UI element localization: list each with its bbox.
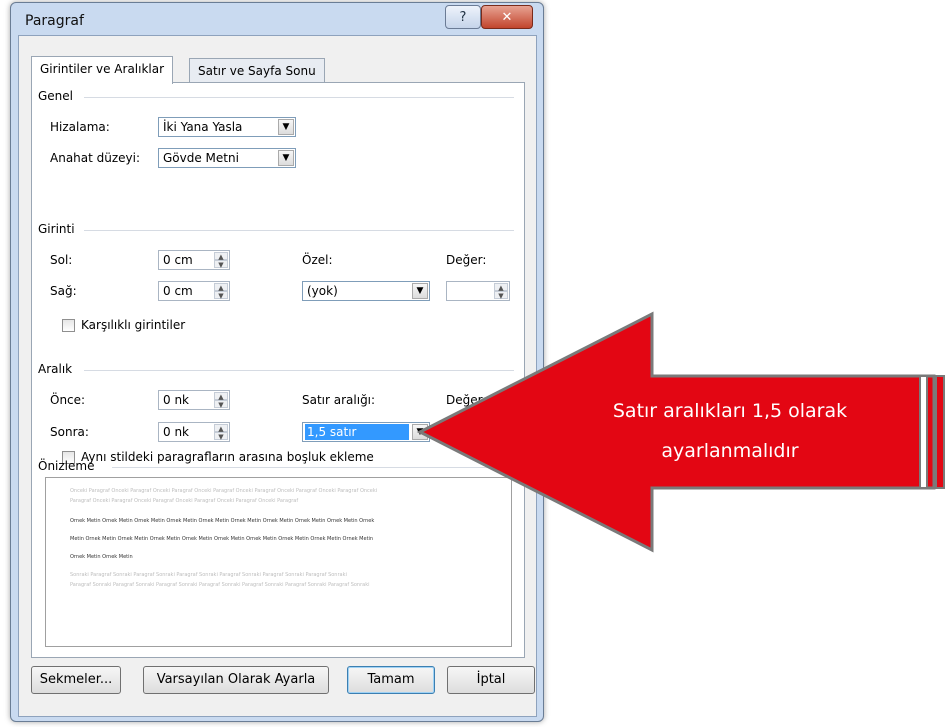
indent-left-spinner[interactable]: 0 cm ▲ ▼ (158, 250, 230, 270)
preview-line: Sonraki Paragraf Sonraki Paragraf Sonrak… (70, 572, 347, 578)
set-as-default-button[interactable]: Varsayılan Olarak Ayarla (143, 666, 329, 694)
spacing-after-spinner[interactable]: 0 nk ▲ ▼ (158, 422, 230, 442)
section-general-heading: Genel (38, 89, 74, 103)
callout-line-1: Satır aralıkları 1,5 olarak (612, 400, 848, 422)
indent-right-label: Sağ: (50, 284, 77, 298)
tab-panel: Genel Hizalama: İki Yana Yasla ▼ Anahat … (31, 82, 525, 658)
dialog-title: Paragraf (25, 13, 84, 29)
outline-level-value: Gövde Metni (163, 151, 239, 165)
divider (112, 467, 514, 468)
tab-indents-spacing[interactable]: Girintiler ve Aralıklar (31, 56, 174, 84)
spin-up-icon[interactable]: ▲ (494, 283, 508, 292)
preview-line: Örnek Metin Örnek Metin Örnek Metin Örne… (70, 518, 375, 524)
spacing-after-value: 0 nk (163, 425, 190, 439)
indent-right-spinner[interactable]: 0 cm ▲ ▼ (158, 281, 230, 301)
cancel-button[interactable]: İptal (447, 666, 535, 694)
preview-line: Paragraf Sonraki Paragraf Sonraki Paragr… (70, 582, 370, 588)
special-indent-select[interactable]: (yok) ▼ (302, 281, 430, 301)
chevron-down-icon[interactable]: ▼ (412, 424, 428, 440)
spin-down-icon[interactable]: ▼ (214, 291, 228, 300)
preview-line: Önceki Paragraf Önceki Paragraf Önceki P… (70, 488, 378, 494)
divider (84, 230, 514, 231)
spacing-after-label: Sonra: (50, 425, 89, 439)
spacing-before-value: 0 nk (163, 393, 190, 407)
chevron-down-icon[interactable]: ▼ (278, 150, 294, 166)
alignment-select[interactable]: İki Yana Yasla ▼ (158, 117, 296, 137)
line-spacing-select[interactable]: 1,5 satır ▼ (302, 422, 430, 442)
section-indent-heading: Girinti (38, 222, 75, 236)
spin-up-icon[interactable]: ▲ (214, 252, 228, 261)
spacing-before-spinner[interactable]: 0 nk ▲ ▼ (158, 390, 230, 410)
outline-level-select[interactable]: Gövde Metni ▼ (158, 148, 296, 168)
paragraph-dialog: Paragraf ? ✕ Girintiler ve Aralıklar Sat… (10, 2, 544, 722)
spin-up-icon[interactable]: ▲ (494, 424, 508, 433)
mirror-indents-checkbox[interactable] (62, 319, 75, 332)
no-space-same-style-label: Aynı stildeki paragrafların arasına boşl… (81, 450, 374, 464)
divider (84, 97, 514, 98)
spin-down-icon[interactable]: ▼ (214, 432, 228, 441)
line-spacing-label: Satır aralığı: (302, 393, 376, 407)
section-preview-heading: Önizleme (38, 459, 95, 473)
dialog-client: Girintiler ve Aralıklar Satır ve Sayfa S… (18, 35, 537, 717)
alignment-value: İki Yana Yasla (163, 120, 243, 134)
outline-level-label: Anahat düzeyi: (50, 151, 141, 165)
help-button[interactable]: ? (445, 5, 481, 29)
spin-up-icon[interactable]: ▲ (214, 424, 228, 433)
preview-box: Önceki Paragraf Önceki Paragraf Önceki P… (45, 477, 512, 647)
indent-right-value: 0 cm (163, 284, 193, 298)
section-spacing-heading: Aralık (38, 362, 73, 376)
tab-line-page-breaks[interactable]: Satır ve Sayfa Sonu (189, 58, 325, 83)
ok-button[interactable]: Tamam (347, 666, 435, 694)
close-button[interactable]: ✕ (481, 5, 533, 29)
title-bar: Paragraf ? ✕ (11, 3, 543, 33)
divider (84, 370, 514, 371)
callout-line-2: ayarlanmalıdır (661, 440, 799, 462)
chevron-down-icon[interactable]: ▼ (278, 119, 294, 135)
mirror-indents-label: Karşılıklı girintiler (81, 318, 186, 332)
preview-line: Metin Örnek Metin Örnek Metin Örnek Meti… (70, 536, 374, 542)
spin-down-icon[interactable]: ▼ (214, 260, 228, 269)
indent-by-spinner[interactable]: ▲ ▼ (446, 281, 510, 301)
tabs-button[interactable]: Sekmeler... (31, 666, 121, 694)
indent-by-label: Değer: (446, 253, 487, 267)
spin-up-icon[interactable]: ▲ (214, 283, 228, 292)
chevron-down-icon[interactable]: ▼ (412, 283, 428, 299)
preview-line: Örnek Metin Örnek Metin (70, 554, 133, 560)
spin-down-icon[interactable]: ▼ (214, 400, 228, 409)
spacing-before-label: Önce: (50, 393, 86, 407)
spin-down-icon[interactable]: ▼ (494, 432, 508, 441)
spin-down-icon[interactable]: ▼ (494, 291, 508, 300)
special-indent-label: Özel: (302, 253, 333, 267)
indent-left-value: 0 cm (163, 253, 193, 267)
special-indent-value: (yok) (307, 284, 338, 298)
spin-up-icon[interactable]: ▲ (214, 392, 228, 401)
alignment-label: Hizalama: (50, 120, 110, 134)
indent-left-label: Sol: (50, 253, 73, 267)
line-spacing-value: 1,5 satır (305, 424, 409, 440)
line-spacing-at-label: Değer: (446, 393, 487, 407)
preview-line: Paragraf Önceki Paragraf Önceki Paragraf… (70, 498, 299, 504)
line-spacing-at-spinner[interactable]: ▲ ▼ (446, 422, 510, 442)
